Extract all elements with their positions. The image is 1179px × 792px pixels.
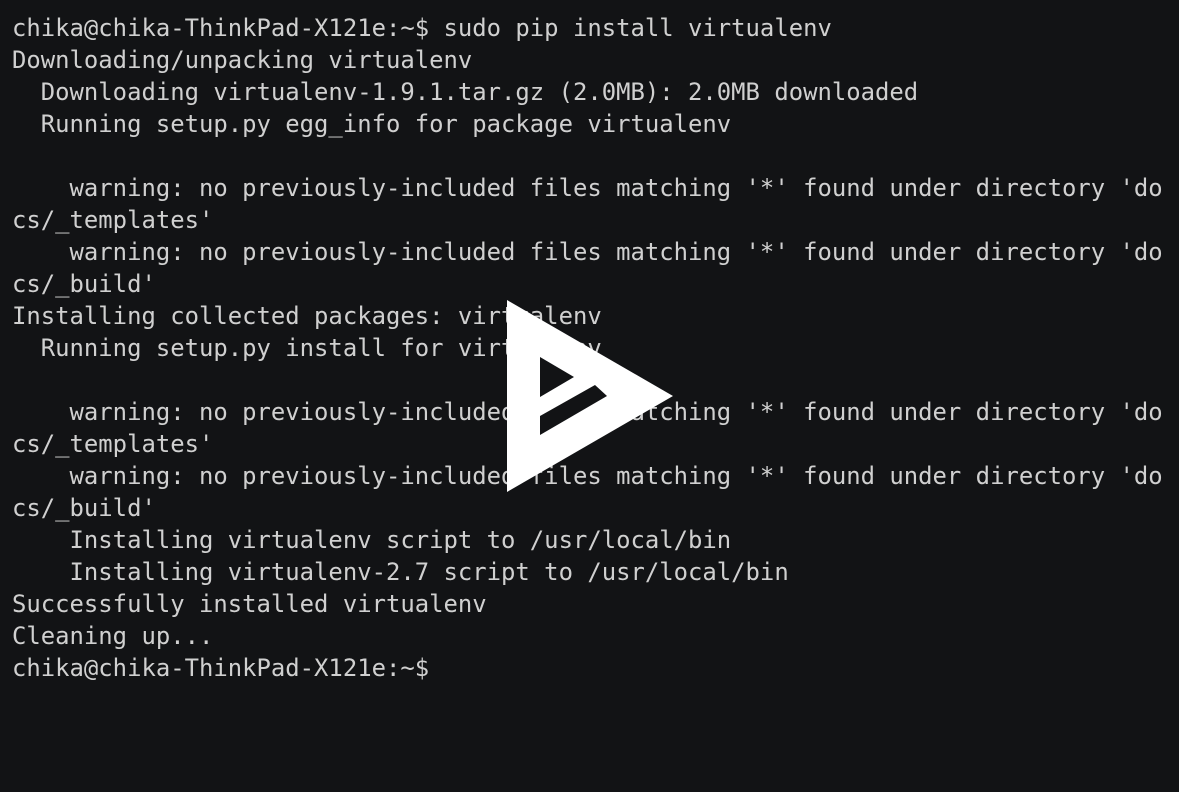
- terminal-line: cs/_templates': [12, 206, 214, 234]
- terminal-line: Installing virtualenv-2.7 script to /usr…: [12, 558, 789, 586]
- terminal-line: Installing virtualenv script to /usr/loc…: [12, 526, 732, 554]
- play-icon: [507, 300, 673, 492]
- terminal-line: cs/_build': [12, 270, 156, 298]
- terminal-line: Downloading virtualenv-1.9.1.tar.gz (2.0…: [12, 78, 919, 106]
- terminal-line: cs/_build': [12, 494, 156, 522]
- terminal-line: chika@chika-ThinkPad-X121e:~$ sudo pip i…: [12, 14, 832, 42]
- terminal-line: warning: no previously-included files ma…: [12, 238, 1163, 266]
- terminal-window[interactable]: chika@chika-ThinkPad-X121e:~$ sudo pip i…: [0, 0, 1179, 792]
- play-button[interactable]: [507, 300, 673, 492]
- terminal-line: Successfully installed virtualenv: [12, 590, 487, 618]
- terminal-line: Downloading/unpacking virtualenv: [12, 46, 473, 74]
- terminal-line: Running setup.py egg_info for package vi…: [12, 110, 732, 138]
- terminal-line: warning: no previously-included files ma…: [12, 174, 1163, 202]
- terminal-line: Cleaning up...: [12, 622, 214, 650]
- terminal-prompt: chika@chika-ThinkPad-X121e:~$: [12, 654, 430, 682]
